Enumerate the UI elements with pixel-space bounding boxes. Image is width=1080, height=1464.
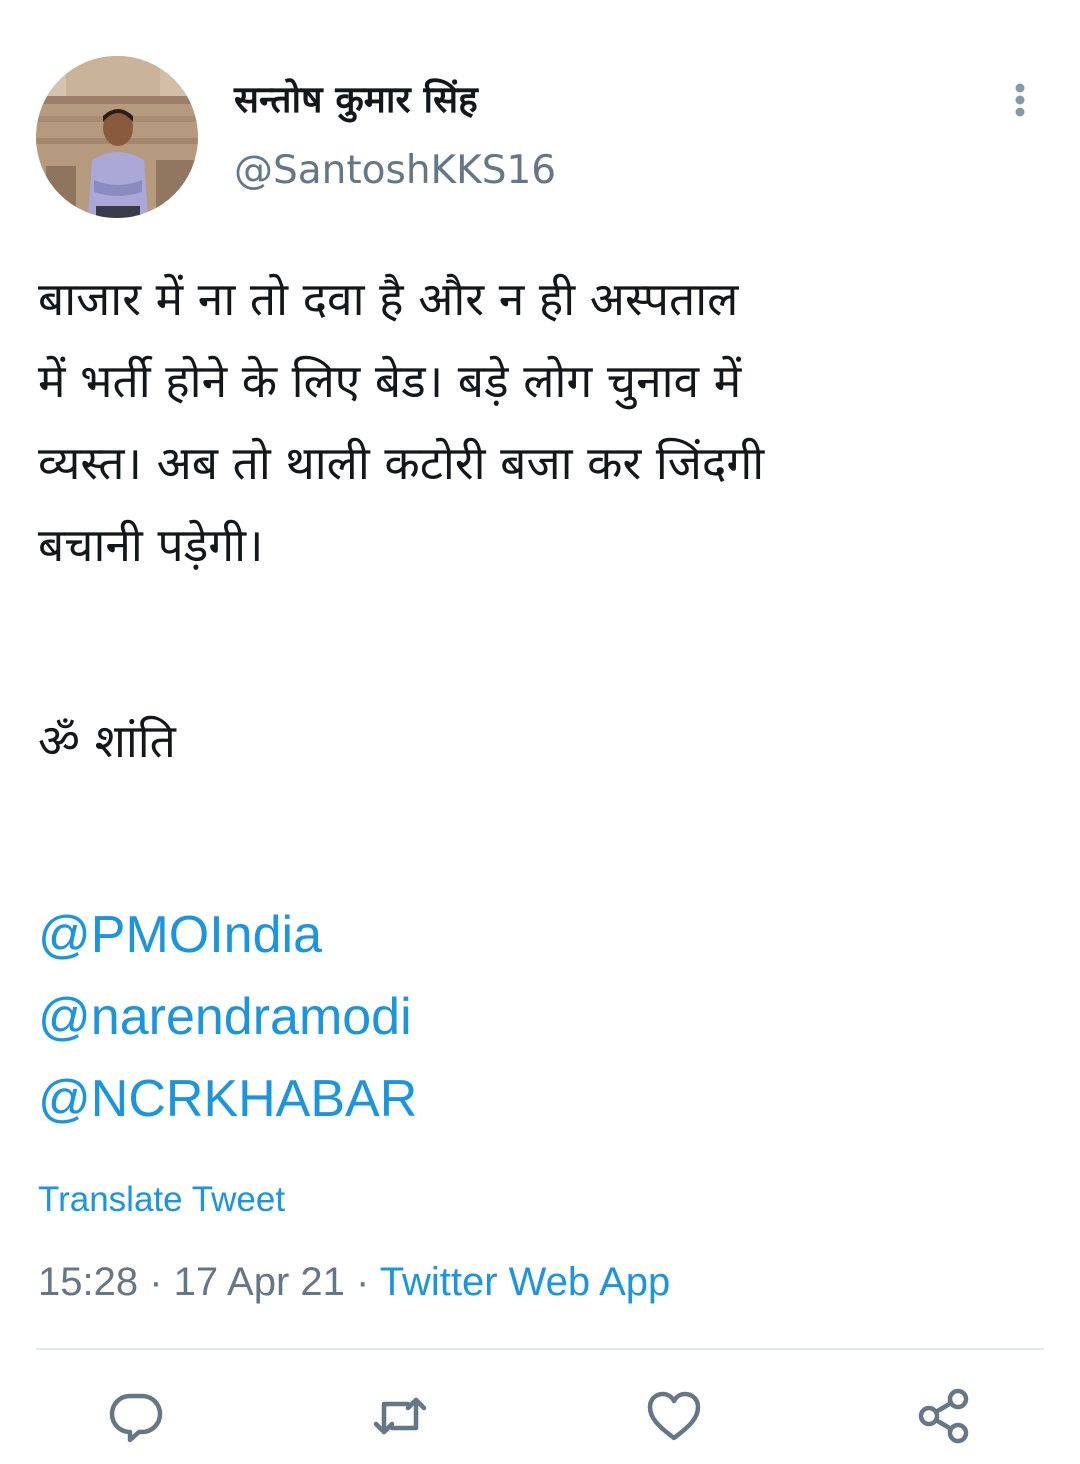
share-button[interactable] bbox=[914, 1386, 974, 1446]
tweet-text-line: में भर्ती होने के लिए बेड। बड़े लोग चुना… bbox=[38, 354, 742, 408]
tweet-metadata: 15:28 · 17 Apr 21 · Twitter Web App bbox=[38, 1260, 670, 1305]
tweet-text-line: बचानी पड़ेगी। bbox=[38, 518, 264, 572]
reply-button[interactable] bbox=[106, 1386, 166, 1446]
mention-link-pmoindia[interactable]: @PMOIndia bbox=[38, 894, 417, 976]
divider bbox=[36, 1348, 1044, 1350]
tweet-closing-text: ॐ शांति bbox=[38, 714, 176, 768]
avatar[interactable] bbox=[36, 56, 198, 218]
reply-icon bbox=[109, 1393, 163, 1443]
share-icon bbox=[918, 1388, 969, 1444]
translate-tweet-link[interactable]: Translate Tweet bbox=[38, 1180, 285, 1220]
mention-link-narendramodi[interactable]: @narendramodi bbox=[38, 976, 417, 1058]
meta-separator: · bbox=[344, 1260, 380, 1304]
like-icon bbox=[647, 1391, 701, 1441]
retweet-icon bbox=[373, 1397, 427, 1435]
tweet-text-line: बाजार में ना तो दवा है और न ही अस्पताल bbox=[38, 272, 739, 326]
vertical-dots-icon bbox=[1015, 83, 1025, 117]
retweet-button[interactable] bbox=[370, 1386, 430, 1446]
mention-list: @PMOIndia @narendramodi @NCRKHABAR bbox=[38, 894, 417, 1140]
mention-link-ncrkhabar[interactable]: @NCRKHABAR bbox=[38, 1058, 417, 1140]
tweet-time: 15:28 bbox=[38, 1260, 139, 1304]
tweet-detail: सन्तोष कुमार सिंह @SantoshKKS16 बाजार मे… bbox=[0, 0, 1080, 1464]
tweet-text: बाजार में ना तो दवा है और न ही अस्पताल म… bbox=[38, 258, 1048, 586]
user-handle[interactable]: @SantoshKKS16 bbox=[234, 148, 556, 193]
display-name[interactable]: सन्तोष कुमार सिंह bbox=[234, 72, 478, 123]
avatar-photo bbox=[36, 56, 198, 218]
tweet-date: 17 Apr 21 bbox=[173, 1260, 345, 1304]
more-options-button[interactable] bbox=[996, 76, 1044, 124]
meta-separator: · bbox=[138, 1260, 174, 1304]
like-button[interactable] bbox=[644, 1386, 704, 1446]
tweet-text-line: व्यस्त। अब तो थाली कटोरी बजा कर जिंदगी bbox=[38, 436, 765, 490]
tweet-source-link[interactable]: Twitter Web App bbox=[380, 1260, 671, 1304]
